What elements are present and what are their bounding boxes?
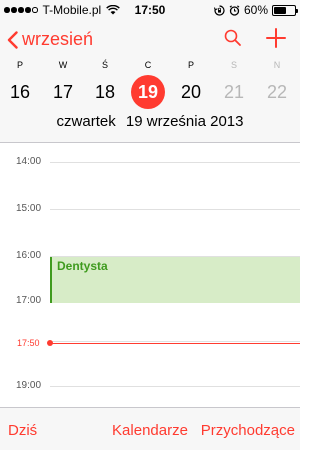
- hour-row: 14:00: [0, 155, 300, 169]
- day-number: 18: [94, 82, 116, 102]
- hour-divider: [50, 162, 300, 163]
- day-number: 20: [180, 82, 202, 102]
- day-letter: C: [144, 60, 152, 70]
- day-21[interactable]: S 21: [214, 58, 254, 109]
- lock-rotation-icon: [213, 4, 225, 16]
- battery-percent: 60%: [243, 3, 268, 17]
- search-button[interactable]: [224, 29, 242, 52]
- day-letter: W: [58, 60, 68, 70]
- day-letter: N: [273, 60, 281, 70]
- search-icon: [224, 29, 241, 46]
- alarm-icon: [229, 4, 240, 16]
- status-bar: T-Mobile.pl 17:50 60%: [0, 0, 300, 20]
- today-button[interactable]: Dziś: [8, 422, 37, 439]
- day-letter: P: [187, 60, 194, 70]
- day-timeline[interactable]: 14:00 15:00 16:00 17:00 19:00 Dentysta 1…: [0, 143, 300, 407]
- current-time-label: 17:50: [17, 338, 40, 348]
- day-19[interactable]: C 19: [128, 58, 168, 109]
- day-number: 21: [223, 82, 245, 102]
- day-18[interactable]: Ś 18: [85, 58, 125, 109]
- hour-label: 15:00: [16, 203, 42, 214]
- full-date-text: 19 września 2013: [125, 113, 244, 130]
- current-time-line: [52, 343, 300, 344]
- battery-fill: [274, 6, 286, 14]
- hour-row: 15:00: [0, 202, 300, 216]
- event-dentysta[interactable]: Dentysta: [50, 257, 300, 303]
- day-number: 22: [266, 82, 288, 102]
- back-button-label: wrzesień: [22, 29, 94, 49]
- week-strip: P 16 W 17 Ś 18 C 19 P 20 S 21 N 22: [0, 58, 300, 109]
- day-22[interactable]: N 22: [257, 58, 297, 109]
- current-time-indicator: 17:50: [0, 336, 300, 350]
- day-letter: P: [16, 60, 23, 70]
- day-16[interactable]: P 16: [0, 58, 40, 109]
- event-title: Dentysta: [57, 259, 108, 273]
- hour-label: 19:00: [16, 380, 42, 391]
- calendars-button[interactable]: Kalendarze: [90, 422, 210, 439]
- battery-icon: [272, 4, 298, 16]
- day-number: 16: [9, 82, 31, 102]
- day-number: 17: [52, 82, 74, 102]
- inbox-button[interactable]: Przychodzące: [201, 422, 295, 439]
- chevron-left-icon: [7, 30, 18, 49]
- back-to-month-button[interactable]: wrzesień: [7, 29, 93, 50]
- day-17[interactable]: W 17: [43, 58, 83, 109]
- hour-divider: [50, 386, 300, 387]
- hour-divider: [50, 209, 300, 210]
- hour-label: 17:00: [16, 295, 42, 306]
- day-20[interactable]: P 20: [171, 58, 211, 109]
- selected-date-label: czwartek 19 września 2013: [0, 113, 300, 130]
- plus-icon: [266, 28, 286, 48]
- hour-label: 16:00: [16, 250, 42, 261]
- selected-day-number: 19: [131, 75, 165, 109]
- hour-row: 19:00: [0, 379, 300, 393]
- day-letter: Ś: [101, 60, 108, 70]
- hour-label: 14:00: [16, 156, 42, 167]
- bottom-toolbar: Dziś Kalendarze Przychodzące: [0, 407, 300, 450]
- day-letter: S: [230, 60, 237, 70]
- status-right: 60%: [213, 3, 298, 17]
- calendar-header: wrzesień P 16 W 17 Ś 18 C 19 P 20 S 21 N 22 czwartek …: [0, 20, 300, 143]
- add-event-button[interactable]: [266, 28, 286, 53]
- weekday-name: czwartek: [56, 113, 116, 130]
